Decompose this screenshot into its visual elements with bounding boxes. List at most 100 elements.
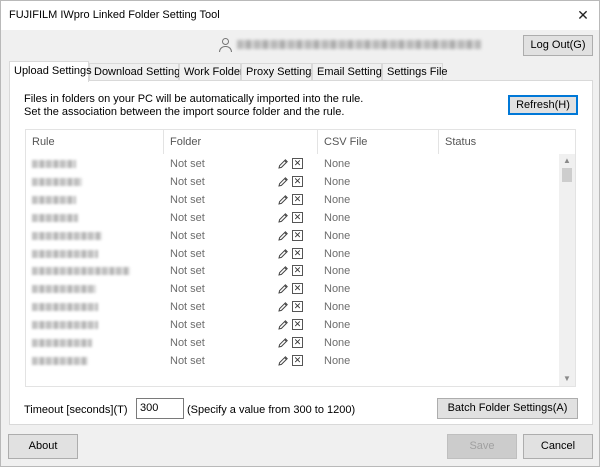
rule-cell bbox=[26, 280, 164, 298]
status-cell bbox=[439, 316, 560, 334]
scroll-up-icon[interactable]: ▲ bbox=[559, 154, 575, 168]
pencil-icon[interactable] bbox=[277, 355, 289, 367]
x-box-icon[interactable]: ✕ bbox=[292, 229, 303, 241]
csv-cell: None bbox=[324, 354, 351, 367]
status-cell bbox=[439, 155, 560, 173]
x-box-icon[interactable]: ✕ bbox=[292, 354, 303, 366]
rule-cell bbox=[26, 298, 164, 316]
pencil-icon[interactable] bbox=[277, 337, 289, 349]
tab-email-settings[interactable]: Email Settings bbox=[312, 63, 387, 81]
table-row[interactable]: Not set ✕ None bbox=[26, 352, 560, 370]
rule-name-redacted bbox=[32, 356, 88, 365]
folder-cell: Not set bbox=[170, 158, 205, 170]
table-row[interactable]: Not set ✕ None bbox=[26, 298, 560, 316]
rule-cell bbox=[26, 262, 164, 280]
pencil-icon[interactable] bbox=[277, 158, 289, 170]
refresh-button[interactable]: Refresh(H) bbox=[508, 95, 578, 115]
rule-name-redacted bbox=[32, 321, 98, 330]
status-cell bbox=[439, 227, 560, 245]
tab-upload-settings[interactable]: Upload Settings bbox=[9, 61, 92, 82]
x-box-icon[interactable]: ✕ bbox=[292, 319, 303, 331]
folder-cell: Not set bbox=[170, 354, 205, 367]
logout-button[interactable]: Log Out(G) bbox=[523, 35, 593, 56]
table-row[interactable]: Not set ✕ None bbox=[26, 262, 560, 280]
close-icon[interactable]: ✕ bbox=[573, 5, 593, 25]
folder-cell: Not set bbox=[170, 301, 205, 314]
status-cell bbox=[439, 209, 560, 227]
table-row[interactable]: Not set ✕ None bbox=[26, 316, 560, 334]
rule-name-redacted bbox=[32, 195, 76, 204]
column-header-folder[interactable]: Folder bbox=[164, 130, 318, 154]
x-box-icon[interactable]: ✕ bbox=[292, 247, 303, 259]
vertical-scrollbar[interactable]: ▲ ▼ bbox=[559, 154, 575, 386]
x-box-icon[interactable]: ✕ bbox=[292, 193, 303, 205]
column-header-rule[interactable]: Rule bbox=[26, 130, 164, 154]
column-header-csv[interactable]: CSV File bbox=[318, 130, 439, 154]
timeout-input[interactable]: 300 bbox=[136, 398, 184, 419]
table-row[interactable]: Not set ✕ None bbox=[26, 155, 560, 173]
table-row[interactable]: Not set ✕ None bbox=[26, 191, 560, 209]
x-box-icon[interactable]: ✕ bbox=[292, 283, 303, 295]
pencil-icon[interactable] bbox=[277, 176, 289, 188]
status-cell bbox=[439, 191, 560, 209]
scroll-down-icon[interactable]: ▼ bbox=[559, 372, 575, 386]
x-box-icon[interactable]: ✕ bbox=[292, 175, 303, 187]
timeout-hint: (Specify a value from 300 to 1200) bbox=[187, 404, 356, 416]
status-cell bbox=[439, 334, 560, 352]
title-bar: FUJIFILM IWpro Linked Folder Setting Too… bbox=[1, 1, 599, 30]
folder-cell: Not set bbox=[170, 283, 205, 296]
folder-cell: Not set bbox=[170, 193, 205, 206]
rule-cell bbox=[26, 245, 164, 263]
batch-folder-settings-button[interactable]: Batch Folder Settings(A) bbox=[437, 398, 578, 419]
table-row[interactable]: Not set ✕ None bbox=[26, 280, 560, 298]
rule-cell bbox=[26, 209, 164, 227]
x-box-icon[interactable]: ✕ bbox=[292, 337, 303, 348]
x-box-icon[interactable]: ✕ bbox=[292, 158, 303, 169]
scrollbar-thumb[interactable] bbox=[562, 168, 572, 182]
pencil-icon[interactable] bbox=[277, 230, 289, 242]
rule-name-redacted bbox=[32, 160, 76, 168]
table-row[interactable]: Not set ✕ None bbox=[26, 209, 560, 227]
app-window: FUJIFILM IWpro Linked Folder Setting Too… bbox=[0, 0, 600, 467]
cancel-button[interactable]: Cancel bbox=[523, 434, 593, 459]
csv-cell: None bbox=[324, 247, 351, 260]
table-row[interactable]: Not set ✕ None bbox=[26, 245, 560, 263]
tab-proxy-settings[interactable]: Proxy Settings bbox=[241, 63, 317, 81]
tab-download-settings[interactable]: Download Settings bbox=[89, 63, 186, 81]
x-box-icon[interactable]: ✕ bbox=[292, 301, 303, 313]
rule-cell bbox=[26, 173, 164, 191]
csv-cell: None bbox=[324, 301, 351, 314]
x-box-icon[interactable]: ✕ bbox=[292, 265, 303, 277]
user-name-redacted bbox=[237, 40, 481, 49]
csv-cell: None bbox=[324, 211, 351, 224]
table-row[interactable]: Not set ✕ None bbox=[26, 227, 560, 245]
folder-cell: Not set bbox=[170, 211, 205, 224]
pencil-icon[interactable] bbox=[277, 283, 289, 295]
pencil-icon[interactable] bbox=[277, 301, 289, 313]
about-button[interactable]: About bbox=[8, 434, 78, 459]
pencil-icon[interactable] bbox=[277, 194, 289, 206]
csv-cell: None bbox=[324, 158, 351, 170]
folder-cell: Not set bbox=[170, 337, 205, 349]
status-cell bbox=[439, 245, 560, 263]
save-button[interactable]: Save bbox=[447, 434, 517, 459]
window-title: FUJIFILM IWpro Linked Folder Setting Too… bbox=[9, 9, 220, 21]
column-header-status[interactable]: Status bbox=[439, 130, 560, 154]
pencil-icon[interactable] bbox=[277, 212, 289, 224]
pencil-icon[interactable] bbox=[277, 248, 289, 260]
status-cell bbox=[439, 298, 560, 316]
tab-work-folder[interactable]: Work Folder bbox=[179, 63, 244, 81]
tab-settings-file[interactable]: Settings File bbox=[382, 63, 448, 81]
status-cell bbox=[439, 280, 560, 298]
status-cell bbox=[439, 173, 560, 191]
rule-name-redacted bbox=[32, 267, 130, 276]
table-row[interactable]: Not set ✕ None bbox=[26, 173, 560, 191]
table-row[interactable]: Not set ✕ None bbox=[26, 334, 560, 352]
pencil-icon[interactable] bbox=[277, 265, 289, 277]
upload-settings-panel: Files in folders on your PC will be auto… bbox=[9, 80, 593, 425]
pencil-icon[interactable] bbox=[277, 319, 289, 331]
rule-name-redacted bbox=[32, 177, 82, 186]
rule-name-redacted bbox=[32, 249, 98, 258]
status-cell bbox=[439, 262, 560, 280]
x-box-icon[interactable]: ✕ bbox=[292, 211, 303, 223]
